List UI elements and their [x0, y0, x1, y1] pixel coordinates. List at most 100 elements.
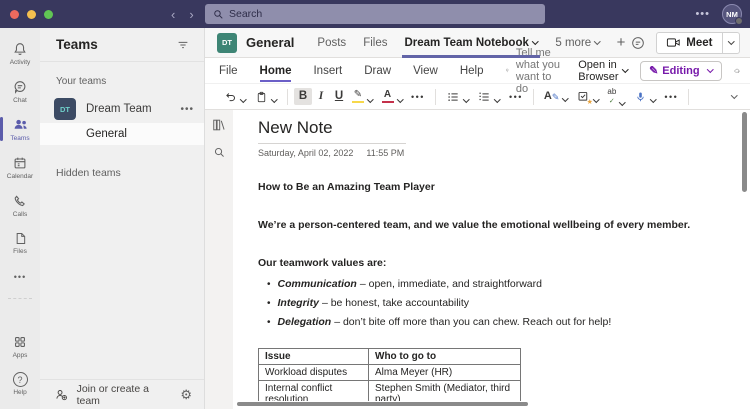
menu-view[interactable]: View: [413, 65, 438, 77]
sidebar-item-help[interactable]: ? Help: [0, 365, 40, 403]
filter-icon[interactable]: [176, 38, 190, 52]
sidebar-item-files[interactable]: Files: [0, 224, 40, 262]
app-rail: Activity Chat Teams Calendar Calls Files…: [0, 28, 40, 409]
more-options-icon[interactable]: •••: [695, 8, 710, 20]
dictate-button[interactable]: [630, 87, 661, 107]
more-paragraph-options-icon[interactable]: •••: [505, 92, 527, 102]
numbered-list-icon: [479, 92, 490, 101]
note-values-label[interactable]: Our teamwork values are:: [258, 257, 740, 269]
proofing-button[interactable]: ab ✓: [603, 84, 629, 110]
search-input[interactable]: Search: [205, 4, 545, 24]
team-item-dream-team[interactable]: DT Dream Team •••: [40, 95, 204, 123]
history-nav: ‹ ›: [171, 7, 194, 22]
more-toolbar-options-icon[interactable]: •••: [660, 92, 682, 102]
hidden-teams-label[interactable]: Hidden teams: [40, 145, 204, 179]
bold-button[interactable]: B: [294, 87, 312, 106]
forward-icon[interactable]: ›: [189, 7, 193, 22]
bell-icon: [14, 42, 26, 55]
chevron-down-icon: [621, 66, 629, 73]
tab-files[interactable]: Files: [363, 28, 387, 58]
vertical-scrollbar[interactable]: [742, 112, 747, 192]
bullet-list-button[interactable]: [442, 87, 474, 107]
open-in-browser-button[interactable]: Open in Browser: [578, 59, 629, 83]
editing-mode-button[interactable]: ✎ Editing: [640, 60, 723, 81]
tag-button[interactable]: ★: [573, 87, 604, 106]
menu-draw[interactable]: Draw: [364, 65, 391, 77]
menu-home[interactable]: Home: [259, 65, 291, 82]
microphone-icon: [637, 92, 644, 101]
search-icon: [214, 9, 223, 19]
underline-button[interactable]: U: [330, 88, 348, 106]
search-placeholder: Search: [229, 8, 263, 20]
add-tab-button[interactable]: +: [617, 28, 626, 58]
highlight-button[interactable]: ✎: [348, 87, 378, 107]
list-item[interactable]: Integrity – be honest, take accountabili…: [258, 293, 740, 312]
sidebar-item-teams[interactable]: Teams: [0, 110, 40, 148]
styles-button[interactable]: A ✎: [540, 88, 573, 105]
menu-insert[interactable]: Insert: [313, 65, 342, 77]
minimize-window-button[interactable]: [27, 9, 36, 19]
note-intro[interactable]: We’re a person-centered team, and we val…: [258, 219, 740, 231]
sync-status-cloud-icon: [734, 68, 740, 73]
chevron-down-icon: [270, 96, 277, 103]
notebooks-icon[interactable]: [212, 118, 226, 132]
chevron-down-icon: [367, 95, 374, 103]
user-avatar[interactable]: NM: [722, 4, 743, 25]
chevron-down-icon: [396, 95, 403, 103]
clipboard-icon: [257, 91, 265, 102]
presence-status-icon: [735, 17, 743, 25]
main-content: DT General Posts Files Dream Team Notebo…: [205, 28, 750, 409]
maximize-window-button[interactable]: [44, 9, 53, 19]
channel-item-general[interactable]: General: [40, 123, 204, 145]
phone-icon: [14, 195, 25, 206]
page-search-icon[interactable]: [213, 146, 226, 159]
menu-file[interactable]: File: [219, 65, 238, 77]
file-icon: [16, 233, 25, 244]
ribbon-menu-bar: File Home Insert Draw View Help Tell me …: [205, 47, 750, 95]
collapse-ribbon-icon[interactable]: [730, 92, 737, 99]
tab-more[interactable]: 5 more: [555, 28, 601, 58]
panel-title: Teams: [56, 37, 98, 52]
rail-more-icon[interactable]: •••: [0, 262, 40, 292]
paste-button[interactable]: [251, 87, 282, 107]
list-item[interactable]: Delegation – don’t bite off more than yo…: [258, 312, 740, 331]
table-header-who: Who to go to: [368, 348, 521, 365]
chevron-down-icon: [649, 96, 657, 103]
font-color-button[interactable]: A: [378, 87, 408, 107]
table-row[interactable]: Internal conflict resolution Stephen Smi…: [258, 380, 521, 401]
chevron-down-icon: [592, 95, 600, 102]
table-row[interactable]: Workload disputes Alma Meyer (HR): [258, 364, 521, 381]
tag-star-icon: ★: [586, 99, 593, 106]
person-add-icon: [56, 390, 67, 401]
italic-button[interactable]: I: [312, 88, 330, 106]
back-icon[interactable]: ‹: [171, 7, 175, 22]
join-create-team-button[interactable]: Join or create a team ⚙: [40, 379, 204, 409]
channel-title: General: [246, 35, 295, 50]
sidebar-item-chat[interactable]: Chat: [0, 72, 40, 110]
note-page[interactable]: New Note Saturday, April 02, 2022 11:55 …: [233, 110, 740, 401]
more-font-options-icon[interactable]: •••: [407, 92, 429, 102]
sidebar-item-calendar[interactable]: Calendar: [0, 148, 40, 186]
note-heading[interactable]: How to Be an Amazing Team Player: [258, 181, 740, 193]
sidebar-item-activity[interactable]: Activity: [0, 34, 40, 72]
note-title[interactable]: New Note: [258, 118, 740, 138]
horizontal-scrollbar[interactable]: [237, 402, 528, 406]
team-more-icon[interactable]: •••: [180, 104, 194, 115]
chevron-down-icon: [594, 38, 601, 45]
menu-help[interactable]: Help: [460, 65, 484, 77]
table-header-issue: Issue: [258, 348, 369, 365]
tab-posts[interactable]: Posts: [317, 28, 346, 58]
list-item[interactable]: Communication – open, immediate, and str…: [258, 274, 740, 293]
undo-button[interactable]: [219, 87, 251, 107]
sidebar-item-calls[interactable]: Calls: [0, 186, 40, 224]
undo-icon: [226, 92, 235, 101]
channel-avatar: DT: [217, 32, 237, 53]
gear-icon[interactable]: ⚙: [180, 387, 192, 403]
sidebar-item-apps[interactable]: Apps: [0, 327, 40, 365]
escalation-table[interactable]: Issue Who to go to Workload disputes Alm…: [258, 348, 521, 401]
team-name: Dream Team: [86, 103, 152, 115]
numbered-list-button[interactable]: [473, 87, 505, 107]
close-window-button[interactable]: [10, 9, 19, 19]
styles-pen-icon: ✎: [551, 92, 560, 102]
tab-dream-team-notebook[interactable]: Dream Team Notebook: [402, 28, 541, 58]
